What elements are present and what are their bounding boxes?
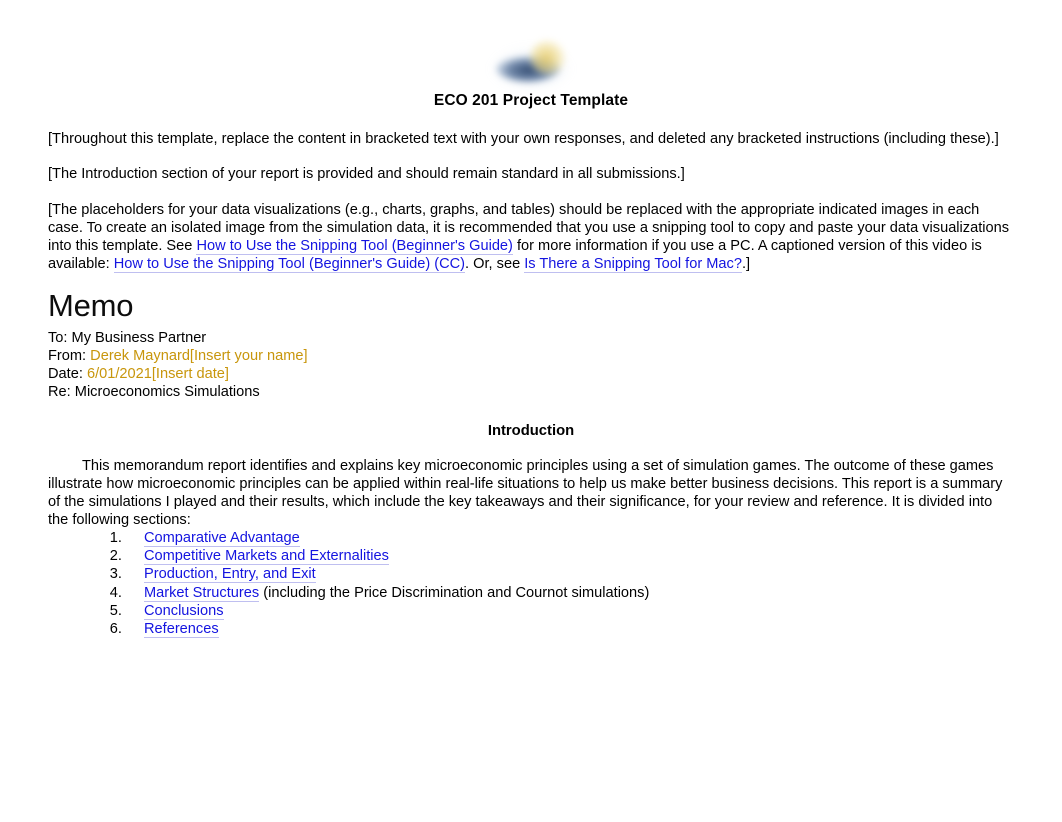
- memo-heading: Memo: [48, 288, 134, 323]
- introduction-body: This memorandum report identifies and ex…: [48, 458, 1003, 528]
- memo-date-row: Date: 6/01/2021[Insert date]: [48, 365, 308, 383]
- memo-to-value: My Business Partner: [71, 330, 207, 346]
- introduction-heading: Introduction: [487, 423, 575, 439]
- list-item: Competitive Markets and Externalities: [126, 547, 649, 566]
- memo-re-row: Re: Microeconomics Simulations: [48, 383, 308, 401]
- page-title: ECO 201 Project Template: [433, 92, 629, 109]
- instruction-paragraph-1: [Throughout this template, replace the c…: [48, 131, 999, 147]
- memo-date-label: Date:: [48, 366, 83, 382]
- logo-haze-icon: [488, 44, 574, 88]
- section-list: Comparative Advantage Competitive Market…: [48, 529, 649, 639]
- logo-ellipse-icon: [496, 56, 560, 82]
- memo-re-label: Re:: [48, 384, 71, 400]
- toc-link-production-entry-and-exit[interactable]: Production, Entry, and Exit: [144, 566, 316, 584]
- toc-note-3: (including the Price Discrimination and …: [259, 584, 650, 601]
- instruction-text-part-4: .]: [741, 256, 751, 272]
- snipping-tool-guide-cc-link[interactable]: How to Use the Snipping Tool (Beginner's…: [113, 256, 466, 273]
- list-item: Production, Entry, and Exit: [126, 565, 649, 584]
- toc-link-references[interactable]: References: [144, 621, 219, 639]
- toc-link-conclusions[interactable]: Conclusions: [144, 602, 224, 620]
- list-item: Market Structures (including the Price D…: [126, 584, 649, 602]
- list-item: References: [126, 620, 649, 639]
- memo-from-label: From:: [48, 348, 87, 364]
- logo-glow-icon: [530, 40, 566, 74]
- memo-from-row: From: Derek Maynard[Insert your name]: [48, 347, 308, 365]
- toc-link-competitive-markets-and-externalities[interactable]: Competitive Markets and Externalities: [144, 548, 389, 566]
- logo-image: [488, 38, 574, 90]
- toc-link-market-structures[interactable]: Market Structures: [144, 584, 260, 602]
- memo-from-value[interactable]: Derek Maynard[Insert your name]: [90, 348, 307, 364]
- instruction-text-part-3: . Or, see: [465, 256, 525, 272]
- list-item: Comparative Advantage: [126, 529, 649, 547]
- snipping-tool-mac-link[interactable]: Is There a Snipping Tool for Mac?: [524, 256, 742, 273]
- memo-fields: To: My Business Partner From: Derek Mayn…: [48, 329, 308, 401]
- toc-link-comparative-advantage[interactable]: Comparative Advantage: [144, 530, 300, 547]
- instruction-paragraph-3: [The placeholders for your data visualiz…: [48, 201, 1016, 273]
- memo-re-value: Microeconomics Simulations: [74, 384, 260, 400]
- memo-to-label: To:: [48, 330, 68, 346]
- document-page: ECO 201 Project Template [Throughout thi…: [0, 0, 1062, 822]
- course-logo: [48, 38, 1014, 90]
- list-item: Conclusions: [126, 602, 649, 620]
- memo-to-row: To: My Business Partner: [48, 329, 308, 347]
- instruction-paragraph-2: [The Introduction section of your report…: [48, 166, 685, 182]
- snipping-tool-guide-link[interactable]: How to Use the Snipping Tool (Beginner's…: [196, 238, 513, 255]
- memo-date-value[interactable]: 6/01/2021[Insert date]: [87, 366, 229, 382]
